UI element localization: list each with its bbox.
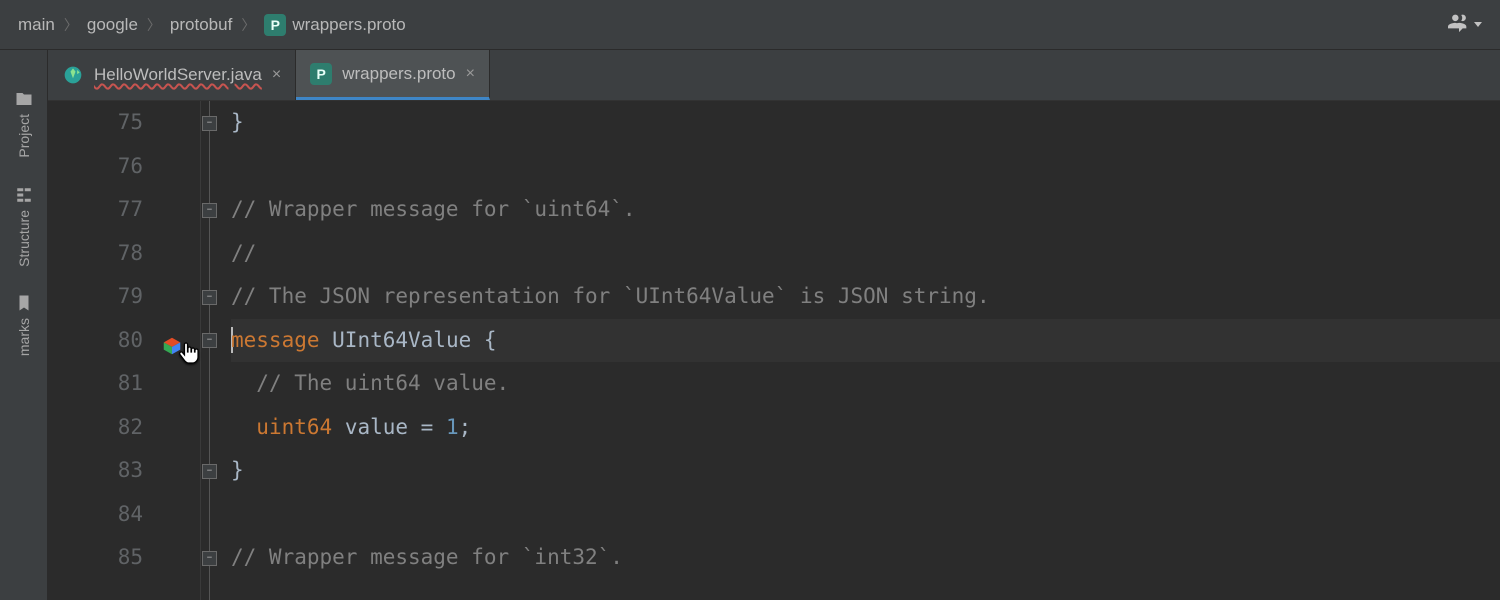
line-number: 79 — [48, 275, 143, 319]
code-token: = — [421, 406, 446, 450]
code-line[interactable]: // Wrapper message for `int32`. — [231, 536, 1500, 580]
code-token: } — [231, 101, 244, 145]
close-tab-icon[interactable]: × — [272, 67, 281, 83]
line-number-gutter: 7576777879808182838485 — [48, 101, 153, 600]
code-token: // Wrapper message for `int32`. — [231, 536, 623, 580]
code-line[interactable]: } — [231, 449, 1500, 493]
editor-tab[interactable]: HelloWorldServer.java × — [48, 50, 296, 100]
protobuf-gutter-icon[interactable] — [161, 329, 183, 351]
code-token: 1 — [446, 406, 459, 450]
code-line[interactable]: // Wrapper message for `uint64`. — [231, 188, 1500, 232]
line-number: 83 — [48, 449, 143, 493]
code-token: message — [231, 319, 332, 363]
user-pair-icon — [1448, 11, 1470, 38]
editor-tab-label: HelloWorldServer.java — [94, 65, 262, 85]
tool-window-project[interactable]: Project — [15, 90, 33, 158]
fold-column: − − − − − − — [201, 101, 225, 600]
code-token: value — [345, 406, 421, 450]
proto-file-icon: P — [310, 63, 332, 85]
editor-area: HelloWorldServer.java × P wrappers.proto… — [48, 50, 1500, 600]
line-number: 82 — [48, 406, 143, 450]
code-token — [231, 406, 256, 450]
code-line[interactable]: } — [231, 101, 1500, 145]
code-editor[interactable]: 7576777879808182838485 − − − − − − } // Wrappe… — [48, 101, 1500, 600]
code-token: // The JSON representation for `UInt64Va… — [231, 275, 990, 319]
breadcrumb-item[interactable]: google — [81, 13, 144, 37]
code-token: // Wrapper message for `uint64`. — [231, 188, 636, 232]
tool-window-label: marks — [16, 318, 32, 356]
code-token: { — [484, 319, 497, 363]
proto-file-icon: P — [264, 14, 286, 36]
line-number: 85 — [48, 536, 143, 580]
line-number: 81 — [48, 362, 143, 406]
code-token: // — [231, 232, 256, 276]
breadcrumb-item[interactable]: main — [12, 13, 61, 37]
code-line[interactable]: // The uint64 value. — [231, 362, 1500, 406]
tool-window-bookmarks[interactable]: marks — [15, 294, 33, 356]
line-number: 80 — [48, 319, 143, 363]
chevron-right-icon: 〉 — [242, 15, 254, 35]
fold-open-icon[interactable]: − — [202, 333, 217, 348]
tool-window-rail: Project Structure marks — [0, 50, 48, 600]
code-line[interactable]: // The JSON representation for `UInt64Va… — [231, 275, 1500, 319]
fold-close-icon[interactable]: − — [202, 464, 217, 479]
line-number: 77 — [48, 188, 143, 232]
structure-icon — [15, 186, 33, 204]
code-line[interactable]: message UInt64Value { — [231, 319, 1500, 363]
fold-open-icon[interactable]: − — [202, 551, 217, 566]
line-number: 78 — [48, 232, 143, 276]
code-token — [231, 362, 256, 406]
gutter-icon-column — [153, 101, 201, 600]
code-line[interactable] — [231, 493, 1500, 537]
close-tab-icon[interactable]: × — [466, 66, 475, 82]
code-token: } — [231, 449, 244, 493]
code-token: uint64 — [256, 406, 345, 450]
breadcrumb-item[interactable]: P wrappers.proto — [258, 12, 411, 38]
breadcrumb: main 〉 google 〉 protobuf 〉 P wrappers.pr… — [12, 12, 412, 38]
editor-tab-label: wrappers.proto — [342, 64, 455, 84]
line-number: 75 — [48, 101, 143, 145]
code-token: UInt64Value — [332, 319, 484, 363]
navigation-bar: main 〉 google 〉 protobuf 〉 P wrappers.pr… — [0, 0, 1500, 50]
editor-tabs: HelloWorldServer.java × P wrappers.proto… — [48, 50, 1500, 101]
chevron-down-icon — [1474, 22, 1482, 27]
code-with-me-button[interactable] — [1442, 7, 1488, 42]
code-text[interactable]: }// Wrapper message for `uint64`.//// Th… — [225, 101, 1500, 600]
breadcrumb-item[interactable]: protobuf — [164, 13, 238, 37]
code-line[interactable]: uint64 value = 1; — [231, 406, 1500, 450]
fold-close-icon[interactable]: − — [202, 116, 217, 131]
java-class-icon — [62, 64, 84, 86]
bookmarks-icon — [15, 294, 33, 312]
editor-tab[interactable]: P wrappers.proto × — [296, 50, 490, 100]
code-line[interactable] — [231, 145, 1500, 189]
line-number: 76 — [48, 145, 143, 189]
folder-icon — [15, 90, 33, 108]
code-token: // The uint64 value. — [256, 362, 509, 406]
fold-close-icon[interactable]: − — [202, 290, 217, 305]
chevron-right-icon: 〉 — [65, 15, 77, 35]
breadcrumb-item-label: wrappers.proto — [292, 15, 405, 35]
tool-window-label: Structure — [16, 210, 32, 267]
fold-open-icon[interactable]: − — [202, 203, 217, 218]
tool-window-label: Project — [16, 114, 32, 158]
code-line[interactable]: // — [231, 232, 1500, 276]
tool-window-structure[interactable]: Structure — [15, 186, 33, 267]
line-number: 84 — [48, 493, 143, 537]
code-token: ; — [459, 406, 472, 450]
chevron-right-icon: 〉 — [148, 15, 160, 35]
